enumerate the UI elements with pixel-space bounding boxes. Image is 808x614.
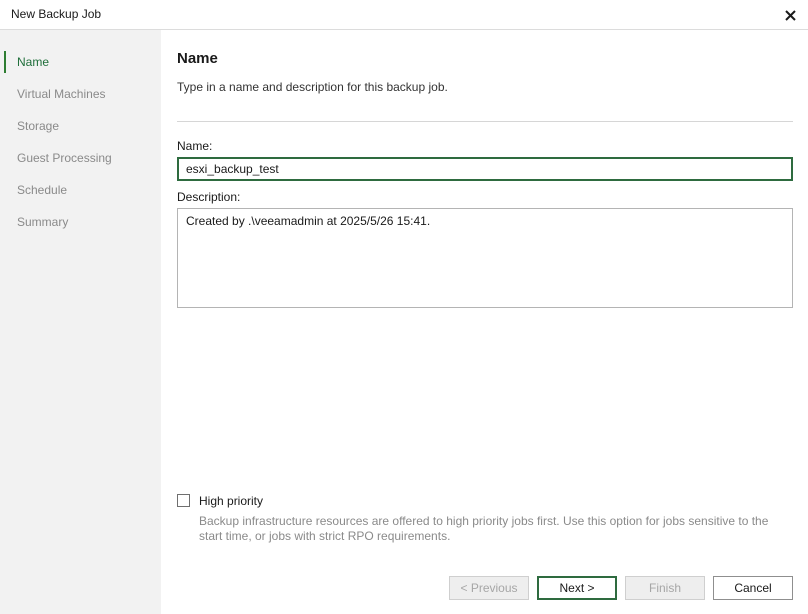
high-priority-checkbox[interactable] [177, 494, 190, 507]
cancel-button[interactable]: Cancel [713, 576, 793, 600]
step-guest-processing[interactable]: Guest Processing [0, 146, 161, 170]
step-label: Storage [17, 119, 60, 133]
finish-button[interactable]: Finish [625, 576, 705, 600]
next-button[interactable]: Next > [537, 576, 617, 600]
step-storage[interactable]: Storage [0, 114, 161, 138]
step-name[interactable]: Name [0, 50, 161, 74]
close-icon [784, 9, 796, 21]
window-title: New Backup Job [11, 7, 102, 21]
description-field-label: Description: [177, 190, 241, 204]
title-bar: New Backup Job [0, 0, 808, 30]
high-priority-help-text: Backup infrastructure resources are offe… [199, 514, 769, 543]
name-field-label: Name: [177, 139, 213, 153]
page-title: Name [177, 50, 218, 67]
previous-button[interactable]: < Previous [449, 576, 529, 600]
step-label: Guest Processing [17, 151, 112, 165]
step-schedule[interactable]: Schedule [0, 178, 161, 202]
name-field[interactable] [177, 157, 793, 181]
high-priority-label[interactable]: High priority [199, 494, 263, 508]
divider [177, 121, 793, 122]
step-label: Schedule [17, 183, 68, 197]
description-field[interactable]: Created by .\veeamadmin at 2025/5/26 15:… [177, 208, 793, 308]
step-summary[interactable]: Summary [0, 210, 161, 234]
step-label: Virtual Machines [17, 87, 106, 101]
wizard-steps-sidebar: Name Virtual Machines Storage Guest Proc… [0, 30, 161, 614]
close-button[interactable] [780, 5, 800, 25]
page-description: Type in a name and description for this … [177, 80, 448, 94]
step-label: Name [17, 55, 50, 69]
step-virtual-machines[interactable]: Virtual Machines [0, 82, 161, 106]
step-label: Summary [17, 215, 69, 229]
step-content: Name Type in a name and description for … [161, 30, 808, 614]
